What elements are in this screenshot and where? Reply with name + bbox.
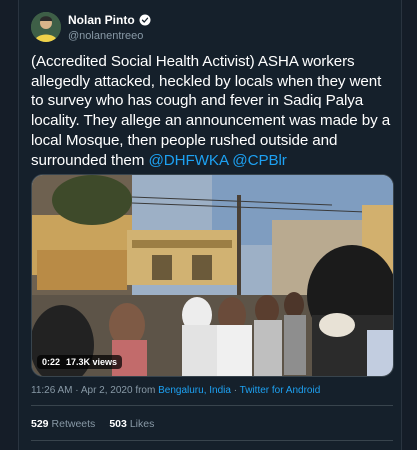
video-duration: 0:22 <box>42 357 61 367</box>
location-link[interactable]: Bengaluru, India <box>158 385 231 396</box>
source-link[interactable]: Twitter for Android <box>240 385 321 396</box>
retweets-count: 529 <box>31 418 49 430</box>
likes-label: Likes <box>129 418 155 430</box>
author-name-text[interactable]: Nolan Pinto <box>68 13 135 27</box>
likes-count: 503 <box>109 418 127 430</box>
divider <box>31 440 393 441</box>
engagement-stats: 529 Retweets 503 Likes <box>31 418 154 430</box>
tweet-meta: 11:26 AM · Apr 2, 2020 from Bengaluru, I… <box>31 385 320 396</box>
author-name[interactable]: Nolan Pinto <box>68 13 151 27</box>
author-handle[interactable]: @nolanentreeo <box>68 30 143 42</box>
video-views: 17.3K views <box>66 357 118 367</box>
meta-separator: · <box>230 385 240 396</box>
likes-stat[interactable]: 503 Likes <box>109 418 154 430</box>
verified-badge-icon <box>139 14 151 26</box>
video-player[interactable] <box>31 174 394 377</box>
video-stats-badge: 0:22 17.3K views <box>37 355 123 369</box>
tweet-text: (Accredited Social Health Activist) ASHA… <box>31 52 393 170</box>
retweets-label: Retweets <box>51 418 96 430</box>
video-frame <box>32 175 393 376</box>
avatar[interactable] <box>31 12 61 42</box>
retweets-stat[interactable]: 529 Retweets <box>31 418 95 430</box>
divider <box>31 405 393 406</box>
timestamp[interactable]: 11:26 AM · Apr 2, 2020 from <box>31 385 158 396</box>
mention-dhfwka[interactable]: @DHFWKA <box>148 152 228 169</box>
mention-cpblr[interactable]: @CPBlr <box>232 152 287 169</box>
